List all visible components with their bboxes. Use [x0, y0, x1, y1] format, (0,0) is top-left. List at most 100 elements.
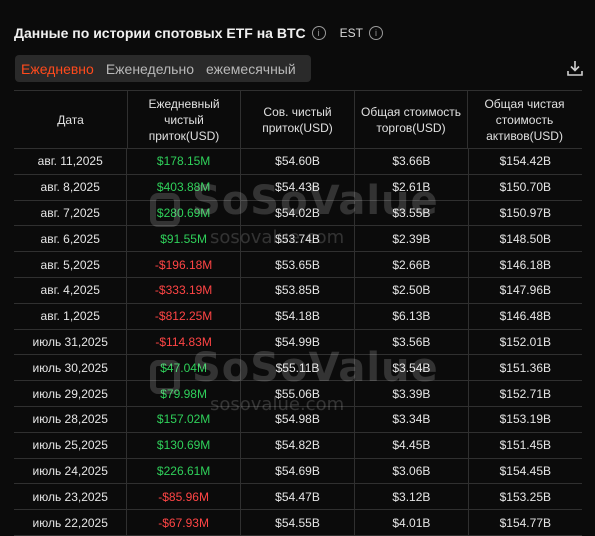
tab-weekly[interactable]: Еженедельно: [100, 61, 200, 77]
cell-cumulative-inflow: $53.74B: [239, 226, 354, 252]
cell-cumulative-inflow: $54.69B: [239, 458, 354, 484]
cell-date: июль 31,2025: [32, 334, 108, 349]
cell-trade-value: $3.56B: [354, 329, 467, 355]
cell-date: июль 30,2025: [32, 360, 108, 375]
cell-cumulative-inflow: $53.65B: [239, 252, 354, 277]
cell-net-assets: $151.45B: [467, 432, 582, 458]
info-icon[interactable]: i: [311, 26, 326, 40]
cell-daily-inflow: $91.55M: [126, 226, 239, 252]
cell-daily-inflow: $280.69M: [126, 200, 239, 226]
column-header-trade-value[interactable]: Общая стоимость торгов(USD): [354, 91, 467, 148]
page-header: Данные по истории спотовых ETF на BTC i …: [14, 23, 383, 43]
cell-cumulative-inflow: $54.99B: [239, 329, 354, 355]
cell-trade-value: $2.39B: [354, 226, 467, 252]
cell-date: июль 23,2025: [32, 489, 108, 504]
cell-net-assets: $154.42B: [467, 149, 582, 174]
cell-date: авг. 1,2025: [40, 309, 100, 324]
download-icon[interactable]: [566, 59, 584, 77]
cell-date: авг. 6,2025: [40, 231, 100, 246]
column-header-daily-inflow[interactable]: Ежедневный чистый приток(USD): [127, 91, 240, 148]
cell-net-assets: $153.25B: [467, 484, 582, 510]
table-row[interactable]: авг. 6,2025 $91.55M $53.74B $2.39B $148.50B: [14, 226, 582, 253]
cell-date: авг. 11,2025: [37, 154, 103, 169]
column-header-cumulative-inflow[interactable]: Сов. чистый приток(USD): [240, 91, 354, 148]
cell-net-assets: $153.19B: [467, 406, 582, 432]
cell-daily-inflow: -$114.83M: [126, 329, 239, 355]
cell-net-assets: $147.96B: [467, 277, 582, 303]
cell-daily-inflow: $157.02M: [126, 406, 239, 432]
cell-date: июль 24,2025: [32, 463, 108, 478]
cell-cumulative-inflow: $55.11B: [239, 355, 354, 381]
cell-daily-inflow: -$812.25M: [126, 303, 239, 329]
etf-history-table: Дата Ежедневный чистый приток(USD) Сов. …: [14, 91, 582, 536]
table-row[interactable]: июль 24,2025 $226.61M $54.69B $3.06B $154.45…: [14, 458, 582, 485]
cell-trade-value: $3.06B: [354, 458, 467, 484]
table-row[interactable]: авг. 1,2025 -$812.25M $54.18B $6.13B $146.48…: [14, 303, 582, 330]
cell-trade-value: $2.50B: [354, 277, 467, 303]
cell-cumulative-inflow: $53.85B: [239, 277, 354, 303]
table-row[interactable]: июль 22,2025 -$67.93M $54.55B $4.01B $154.77…: [14, 510, 582, 536]
cell-trade-value: $3.12B: [354, 484, 467, 510]
cell-net-assets: $151.36B: [467, 355, 582, 381]
cell-daily-inflow: $178.15M: [126, 149, 239, 174]
table-row[interactable]: авг. 8,2025 $403.88M $54.43B $2.61B $150.70B: [14, 174, 582, 201]
cell-net-assets: $150.70B: [467, 174, 582, 200]
cell-trade-value: $4.01B: [354, 510, 467, 535]
cell-cumulative-inflow: $54.60B: [239, 149, 354, 174]
table-row[interactable]: июль 30,2025 $47.04M $55.11B $3.54B $151.36B: [14, 355, 582, 382]
cell-trade-value: $3.39B: [354, 381, 467, 406]
cell-date: авг. 5,2025: [40, 257, 100, 272]
cell-trade-value: $3.66B: [354, 149, 467, 174]
table-row[interactable]: июль 25,2025 $130.69M $54.82B $4.45B $151.45…: [14, 432, 582, 459]
table-row[interactable]: июль 31,2025 -$114.83M $54.99B $3.56B $152.0…: [14, 329, 582, 356]
cell-trade-value: $6.13B: [354, 303, 467, 329]
cell-daily-inflow: $79.98M: [126, 381, 239, 406]
cell-daily-inflow: $47.04M: [126, 355, 239, 381]
column-header-date[interactable]: Дата: [14, 91, 127, 148]
table-row[interactable]: авг. 7,2025 $280.69M $54.02B $3.55B $150.97B: [14, 200, 582, 227]
table-row[interactable]: июль 28,2025 $157.02M $54.98B $3.34B $153.19…: [14, 406, 582, 433]
cell-net-assets: $154.77B: [467, 510, 582, 535]
column-header-net-assets[interactable]: Общая чистая стоимость активов(USD): [467, 91, 581, 148]
timezone-info-icon[interactable]: i: [368, 26, 383, 40]
cell-cumulative-inflow: $54.55B: [239, 510, 354, 535]
table-header-row: Дата Ежедневный чистый приток(USD) Сов. …: [14, 91, 582, 149]
cell-daily-inflow: -$196.18M: [126, 252, 239, 277]
cell-daily-inflow: $226.61M: [126, 458, 239, 484]
table-row[interactable]: июль 29,2025 $79.98M $55.06B $3.39B $152.71B: [14, 381, 582, 407]
cell-date: авг. 7,2025: [40, 205, 100, 220]
cell-cumulative-inflow: $55.06B: [239, 381, 354, 406]
page-title: Данные по истории спотовых ETF на BTC: [14, 25, 306, 41]
timezone-label[interactable]: EST: [340, 26, 363, 40]
cell-date: июль 29,2025: [32, 386, 108, 401]
cell-trade-value: $4.45B: [354, 432, 467, 458]
cell-daily-inflow: -$67.93M: [126, 510, 239, 535]
cell-cumulative-inflow: $54.98B: [239, 406, 354, 432]
table-row[interactable]: авг. 4,2025 -$333.19M $53.85B $2.50B $147.96…: [14, 277, 582, 304]
cell-date: июль 28,2025: [32, 412, 108, 427]
cell-trade-value: $2.66B: [354, 252, 467, 277]
cell-net-assets: $154.45B: [467, 458, 582, 484]
cell-cumulative-inflow: $54.47B: [239, 484, 354, 510]
table-row[interactable]: авг. 5,2025 -$196.18M $53.65B $2.66B $146.18…: [14, 252, 582, 278]
cell-net-assets: $152.01B: [467, 329, 582, 355]
cell-cumulative-inflow: $54.18B: [239, 303, 354, 329]
cell-cumulative-inflow: $54.82B: [239, 432, 354, 458]
tab-monthly[interactable]: ежемесячный: [200, 61, 302, 77]
cell-net-assets: $146.18B: [467, 252, 582, 277]
cell-date: авг. 4,2025: [40, 283, 100, 298]
table-row[interactable]: июль 23,2025 -$85.96M $54.47B $3.12B $153.25…: [14, 484, 582, 511]
cell-trade-value: $3.54B: [354, 355, 467, 381]
cell-date: июль 25,2025: [32, 438, 108, 453]
cell-net-assets: $146.48B: [467, 303, 582, 329]
cell-net-assets: $148.50B: [467, 226, 582, 252]
cell-daily-inflow: -$333.19M: [126, 277, 239, 303]
cell-net-assets: $150.97B: [467, 200, 582, 226]
cell-net-assets: $152.71B: [467, 381, 582, 406]
cell-cumulative-inflow: $54.43B: [239, 174, 354, 200]
cell-trade-value: $3.55B: [354, 200, 467, 226]
cell-cumulative-inflow: $54.02B: [239, 200, 354, 226]
period-tabs: Ежедневно Еженедельно ежемесячный: [15, 55, 311, 82]
tab-daily[interactable]: Ежедневно: [15, 61, 100, 77]
table-row[interactable]: авг. 11,2025 $178.15M $54.60B $3.66B $154.42…: [14, 149, 582, 175]
